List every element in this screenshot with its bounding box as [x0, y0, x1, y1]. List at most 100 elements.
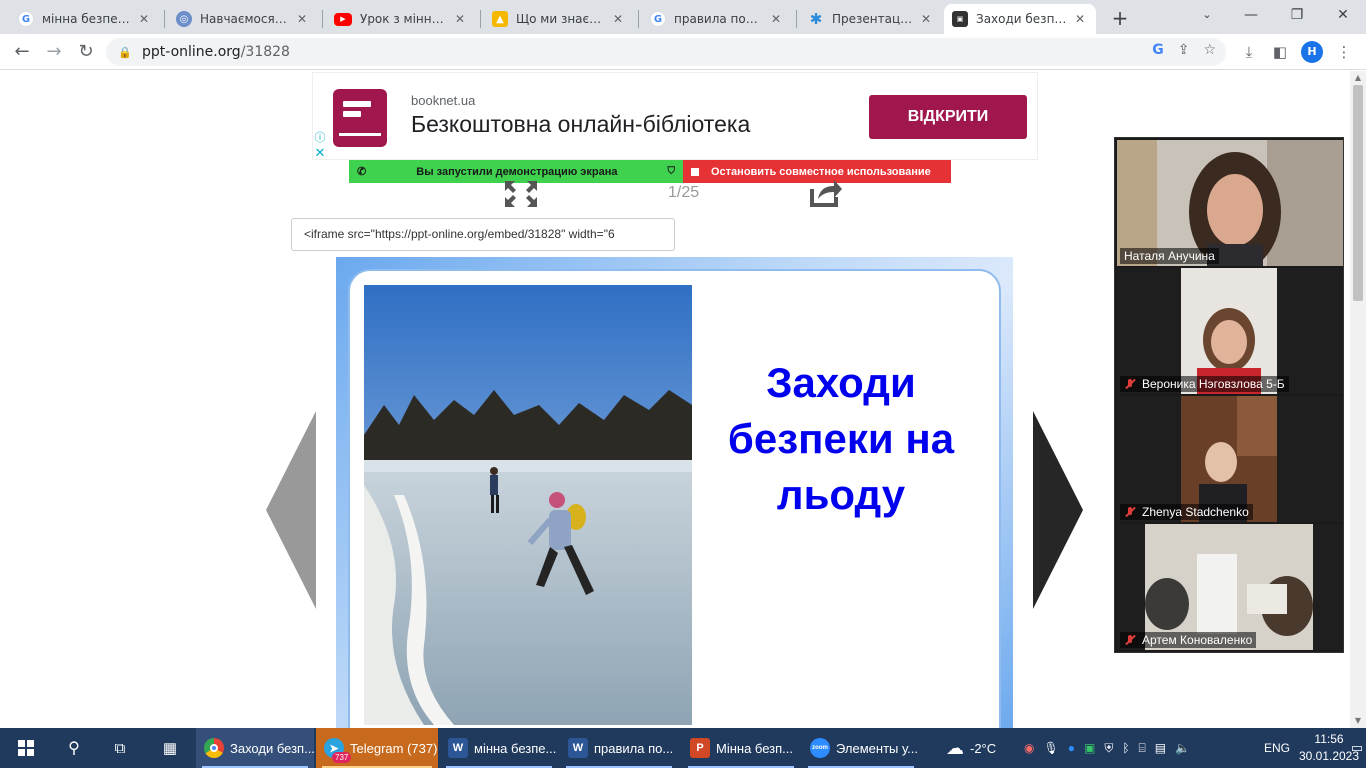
globe-icon: ◎: [176, 11, 192, 27]
chevron-down-icon[interactable]: ⌄: [1184, 0, 1230, 30]
taskbar-app-label: правила по...: [594, 740, 674, 756]
google-lens-icon[interactable]: G: [1152, 42, 1164, 58]
page-scrollbar[interactable]: ▲ ▼: [1350, 71, 1366, 728]
recording-icon[interactable]: ◉: [1024, 741, 1034, 755]
ad-banner[interactable]: booknet.ua Безкоштовна онлайн-бібліотека…: [312, 72, 1038, 161]
tab-4[interactable]: G правила поведін ✕: [642, 4, 792, 34]
microphone-icon[interactable]: 🎙: [1043, 741, 1058, 755]
lock-icon[interactable]: 🔒: [118, 46, 132, 59]
taskbar-app-label: Элементы у...: [836, 740, 919, 756]
close-icon[interactable]: ✕: [452, 12, 468, 26]
star-icon: ✱: [809, 10, 823, 28]
taskbar-app-label: Мінна безп...: [716, 740, 793, 756]
taskbar-app-powerpoint[interactable]: P Мінна безп...: [682, 728, 800, 768]
fullscreen-expand-icon[interactable]: [503, 179, 539, 209]
google-icon: G: [650, 11, 666, 27]
bookmark-icon: ▲: [492, 11, 508, 27]
url-host: ppt-online.org: [142, 44, 241, 60]
taskbar-app-word[interactable]: W мінна безпе...: [440, 728, 558, 768]
close-icon[interactable]: ✕: [294, 12, 310, 26]
share-icon[interactable]: [808, 177, 844, 209]
participant-name: Артем Коноваленко: [1120, 632, 1257, 648]
participant-name-label: Артем Коноваленко: [1142, 633, 1253, 647]
address-bar[interactable]: 🔒 ppt-online.org/31828 G ⇪ ☆: [106, 38, 1226, 66]
speaker-icon[interactable]: 🔈: [1175, 741, 1190, 755]
close-icon[interactable]: ✕: [768, 12, 784, 26]
ad-title[interactable]: Безкоштовна онлайн-бібліотека: [411, 111, 750, 138]
tab-5[interactable]: ✱ Презентація до ✕: [800, 4, 942, 34]
ad-info-icon[interactable]: ⓘ: [313, 131, 327, 145]
scroll-down-icon[interactable]: ▼: [1353, 716, 1363, 726]
tab-1[interactable]: ◎ Навчаємося мінн ✕: [168, 4, 318, 34]
profile-avatar[interactable]: H: [1301, 41, 1323, 63]
menu-kebab-icon[interactable]: ⋮: [1332, 40, 1356, 64]
weather-temp: -2°C: [970, 740, 997, 756]
security-icon[interactable]: ⛨: [1104, 741, 1113, 756]
participant-tile-active-speaker[interactable]: Вероника Нэговзлова 5-Б: [1117, 268, 1343, 394]
task-view-icon[interactable]: ⧉: [108, 728, 132, 768]
embed-code-input[interactable]: <iframe src="https://ppt-online.org/embe…: [291, 218, 675, 251]
tab-label: Урок з мінної бе: [360, 12, 448, 26]
forward-button[interactable]: →: [40, 38, 68, 66]
zoom-icon: zoom: [810, 738, 830, 758]
ad-open-button[interactable]: ВІДКРИТИ: [869, 95, 1027, 139]
start-button[interactable]: [14, 728, 38, 768]
url-path: /31828: [240, 44, 290, 60]
tab-6-active[interactable]: ▣ Заходи безпеки ✕: [944, 4, 1096, 34]
side-panel-icon[interactable]: ◧: [1268, 40, 1292, 64]
participant-tile[interactable]: Zhenya Stadchenko: [1117, 396, 1343, 522]
app-tray-icon[interactable]: ▣: [1084, 741, 1095, 755]
close-icon[interactable]: ✕: [136, 12, 152, 26]
language-indicator[interactable]: ENG: [1264, 728, 1290, 768]
participant-name-label: Вероника Нэговзлова 5-Б: [1142, 377, 1285, 391]
taskbar-app-chrome[interactable]: Заходи безп...: [196, 728, 314, 768]
notification-icon[interactable]: ▭: [1350, 728, 1364, 768]
bluetooth-icon[interactable]: ᛒ: [1122, 741, 1129, 755]
minimize-button[interactable]: —: [1228, 0, 1274, 30]
taskbar-app-label: Заходи безп...: [230, 740, 314, 756]
previous-slide-arrow[interactable]: [266, 411, 316, 609]
close-icon[interactable]: ✕: [1072, 12, 1088, 26]
taskbar-app-word[interactable]: W правила по...: [560, 728, 678, 768]
tab-separator: [322, 10, 323, 28]
search-icon[interactable]: ⚲: [62, 728, 86, 768]
calculator-icon[interactable]: ▦: [158, 728, 182, 768]
ad-domain: booknet.ua: [411, 93, 476, 108]
tab-label: мінна безпека пр: [42, 12, 132, 26]
zoom-tray-icon[interactable]: ●: [1068, 741, 1075, 755]
reload-button[interactable]: ↻: [72, 38, 100, 66]
cloud-sun-icon: ☁: [946, 737, 964, 758]
tab-label: Заходи безпеки: [976, 12, 1068, 26]
scroll-up-icon[interactable]: ▲: [1353, 73, 1363, 83]
muted-mic-icon: [1124, 506, 1136, 518]
scrollbar-thumb[interactable]: [1353, 85, 1363, 301]
tab-label: Навчаємося мінн: [200, 12, 290, 26]
tab-2[interactable]: ▶ Урок з мінної бе ✕: [326, 4, 476, 34]
download-icon[interactable]: ⤓: [1237, 40, 1261, 64]
ad-close-icon[interactable]: ✕: [313, 147, 327, 161]
tab-label: Що ми знаємо п: [516, 12, 606, 26]
network-icon[interactable]: ⌸: [1139, 741, 1146, 756]
tab-0[interactable]: G мінна безпека пр ✕: [10, 4, 160, 34]
new-tab-button[interactable]: +: [1108, 6, 1132, 30]
share-page-icon[interactable]: ⇪: [1178, 42, 1190, 58]
word-icon: W: [568, 738, 588, 758]
tab-3[interactable]: ▲ Що ми знаємо п ✕: [484, 4, 634, 34]
telegram-unread-badge: 737: [332, 752, 352, 763]
participant-tile[interactable]: Артем Коноваленко: [1117, 524, 1343, 650]
back-button[interactable]: ←: [8, 38, 36, 66]
word-icon: W: [448, 738, 468, 758]
weather-widget[interactable]: ☁ -2°C: [946, 728, 996, 768]
close-icon[interactable]: ✕: [610, 12, 626, 26]
close-icon[interactable]: ✕: [918, 12, 934, 26]
display-icon[interactable]: ▤: [1155, 741, 1166, 755]
next-slide-arrow[interactable]: [1033, 411, 1083, 609]
bookmark-star-icon[interactable]: ☆: [1203, 42, 1216, 58]
participant-tile[interactable]: Наталя Анучина: [1117, 140, 1343, 266]
browser-toolbar: ← → ↻ 🔒 ppt-online.org/31828 G ⇪ ☆ ⤓ ◧ H…: [0, 34, 1366, 70]
close-window-button[interactable]: ✕: [1320, 0, 1366, 30]
taskbar-app-zoom[interactable]: zoom Элементы у...: [802, 728, 920, 768]
restore-button[interactable]: ❐: [1274, 0, 1320, 30]
participant-name-label: Наталя Анучина: [1124, 249, 1215, 263]
system-tray: ◉ 🎙 ● ▣ ⛨ ᛒ ⌸ ▤ 🔈: [1024, 728, 1190, 768]
